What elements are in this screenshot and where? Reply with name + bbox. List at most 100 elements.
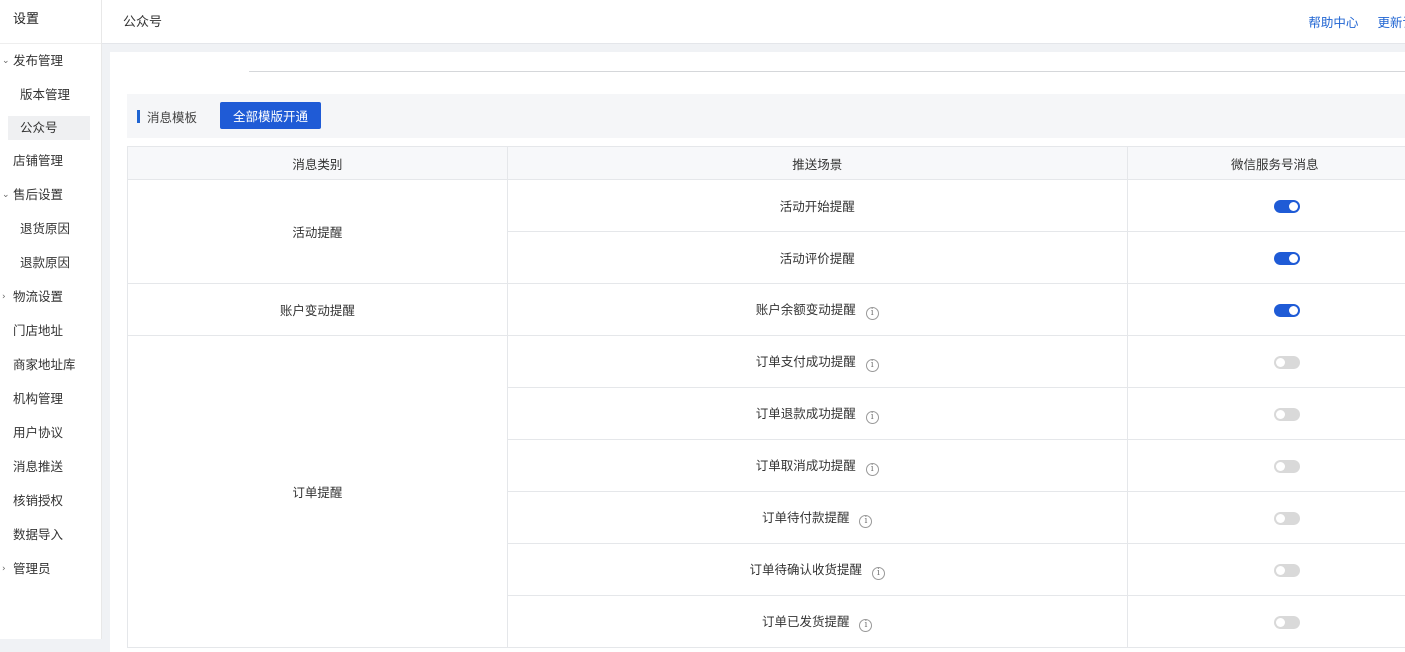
info-icon[interactable]: i	[866, 359, 879, 372]
sidebar-item[interactable]: 门店地址	[0, 314, 101, 348]
wechat-message-toggle[interactable]	[1274, 512, 1300, 525]
chevron-down-icon: ⌄	[2, 178, 10, 212]
scene-cell: 订单已发货提醒 i	[507, 596, 1127, 648]
info-icon[interactable]: i	[872, 567, 885, 580]
sidebar-item[interactable]: 退货原因	[0, 212, 101, 246]
switch-cell	[1127, 440, 1405, 492]
column-header-wechat: 微信服务号消息	[1127, 147, 1405, 180]
wechat-message-toggle[interactable]	[1274, 460, 1300, 473]
sidebar-item[interactable]: 公众号	[8, 116, 90, 140]
info-icon[interactable]: i	[866, 463, 879, 476]
sidebar: 设置 ⌄发布管理版本管理公众号店铺管理⌄售后设置退货原因退款原因›物流设置门店地…	[0, 0, 102, 639]
scene-cell: 订单退款成功提醒 i	[507, 388, 1127, 440]
scene-cell: 订单支付成功提醒 i	[507, 336, 1127, 388]
table-header-row: 消息类别 推送场景 微信服务号消息	[128, 147, 1405, 180]
scene-label: 订单已发货提醒	[762, 614, 850, 629]
category-cell: 活动提醒	[128, 180, 508, 284]
sidebar-item-label: 核销授权	[13, 493, 63, 508]
scene-cell: 订单待确认收货提醒 i	[507, 544, 1127, 596]
sidebar-item-label: 售后设置	[13, 187, 63, 202]
table-row: 账户变动提醒 账户余额变动提醒 i	[128, 284, 1405, 336]
sidebar-item[interactable]: 版本管理	[0, 78, 101, 112]
wechat-message-toggle[interactable]	[1274, 408, 1300, 421]
template-toolbar: 消息模板 全部模版开通	[127, 94, 1405, 138]
wechat-message-toggle[interactable]	[1274, 252, 1300, 265]
table-row: 活动提醒活动开始提醒	[128, 180, 1405, 232]
sidebar-item[interactable]: ⌄发布管理	[0, 44, 101, 78]
info-icon[interactable]: i	[866, 411, 879, 424]
sidebar-item[interactable]: 用户协议	[0, 416, 101, 450]
message-template-table: 消息类别 推送场景 微信服务号消息 活动提醒活动开始提醒活动评价提醒账户变动提醒…	[127, 146, 1405, 648]
sidebar-item[interactable]: 退款原因	[0, 246, 101, 280]
scene-label: 活动评价提醒	[780, 251, 855, 266]
scene-label: 账户余额变动提醒	[756, 302, 856, 317]
sidebar-item-label: 消息推送	[13, 459, 63, 474]
switch-cell	[1127, 336, 1405, 388]
sidebar-item[interactable]: › 物流设置	[0, 280, 101, 314]
info-icon[interactable]: i	[859, 619, 872, 632]
sidebar-item[interactable]: › 管理员	[0, 552, 101, 586]
chevron-right-icon: ›	[2, 280, 6, 314]
scene-label: 订单待确认收货提醒	[749, 562, 862, 577]
top-bar: 公众号 帮助中心 更新记	[102, 0, 1405, 44]
sidebar-item[interactable]: 核销授权	[0, 484, 101, 518]
switch-cell	[1127, 596, 1405, 648]
sidebar-item-label: 管理员	[13, 561, 51, 576]
scene-label: 订单待付款提醒	[762, 510, 850, 525]
chevron-down-icon: ⌄	[2, 44, 10, 78]
wechat-message-toggle[interactable]	[1274, 356, 1300, 369]
switch-cell	[1127, 232, 1405, 284]
scene-label: 订单退款成功提醒	[756, 406, 856, 421]
sidebar-item[interactable]: 商家地址库	[0, 348, 101, 382]
switch-cell	[1127, 492, 1405, 544]
sidebar-item-label: 店铺管理	[13, 153, 63, 168]
sidebar-item-label: 发布管理	[13, 53, 63, 68]
wechat-message-toggle[interactable]	[1274, 200, 1300, 213]
table-row: 订单提醒订单支付成功提醒i	[128, 336, 1405, 388]
sidebar-item[interactable]: 数据导入	[0, 518, 101, 552]
chevron-right-icon: ›	[2, 552, 6, 586]
sidebar-item-label: 退款原因	[20, 255, 70, 270]
enable-all-templates-button[interactable]: 全部模版开通	[220, 102, 321, 129]
scene-label: 活动开始提醒	[780, 199, 855, 214]
switch-cell	[1127, 544, 1405, 596]
sidebar-item[interactable]: 店铺管理	[0, 144, 101, 178]
sidebar-item-label: 门店地址	[13, 323, 63, 338]
sidebar-item[interactable]: 机构管理	[0, 382, 101, 416]
page-title: 公众号	[123, 11, 162, 30]
main-content: 消息模板 全部模版开通 消息类别 推送场景 微信服务号消息 活动提醒活动开始提醒…	[110, 52, 1405, 652]
scene-cell: 活动开始提醒	[507, 180, 1127, 232]
sidebar-item-label: 退货原因	[20, 221, 70, 236]
wechat-message-toggle[interactable]	[1274, 564, 1300, 577]
sidebar-item-label: 公众号	[20, 120, 58, 135]
sidebar-item-label: 用户协议	[13, 425, 63, 440]
switch-cell	[1127, 284, 1405, 336]
sidebar-item-label: 机构管理	[13, 391, 63, 406]
scene-cell: 账户余额变动提醒 i	[507, 284, 1127, 336]
section-marker	[137, 110, 140, 123]
info-icon[interactable]: i	[859, 515, 872, 528]
info-icon[interactable]: i	[866, 307, 879, 320]
section-title: 消息模板	[147, 107, 197, 126]
scene-cell: 订单待付款提醒 i	[507, 492, 1127, 544]
sidebar-menu: ⌄发布管理版本管理公众号店铺管理⌄售后设置退货原因退款原因›物流设置门店地址商家…	[0, 44, 101, 586]
sidebar-item[interactable]: 消息推送	[0, 450, 101, 484]
sidebar-item[interactable]: ⌄售后设置	[0, 178, 101, 212]
scene-cell: 活动评价提醒	[507, 232, 1127, 284]
switch-cell	[1127, 180, 1405, 232]
switch-cell	[1127, 388, 1405, 440]
wechat-message-toggle[interactable]	[1274, 616, 1300, 629]
header-links: 帮助中心 更新记	[1293, 12, 1405, 31]
sidebar-item-label: 物流设置	[13, 289, 63, 304]
help-center-link[interactable]: 帮助中心	[1308, 15, 1358, 30]
sidebar-item-label: 数据导入	[13, 527, 63, 542]
column-header-scene: 推送场景	[507, 147, 1127, 180]
scene-label: 订单取消成功提醒	[756, 458, 856, 473]
scene-cell: 订单取消成功提醒 i	[507, 440, 1127, 492]
table-body: 活动提醒活动开始提醒活动评价提醒账户变动提醒账户余额变动提醒i订单提醒订单支付成…	[128, 180, 1405, 648]
wechat-message-toggle[interactable]	[1274, 304, 1300, 317]
category-cell: 订单提醒	[128, 336, 508, 648]
scene-label: 订单支付成功提醒	[756, 354, 856, 369]
changelog-link[interactable]: 更新记	[1377, 15, 1405, 30]
category-cell: 账户变动提醒	[128, 284, 508, 336]
